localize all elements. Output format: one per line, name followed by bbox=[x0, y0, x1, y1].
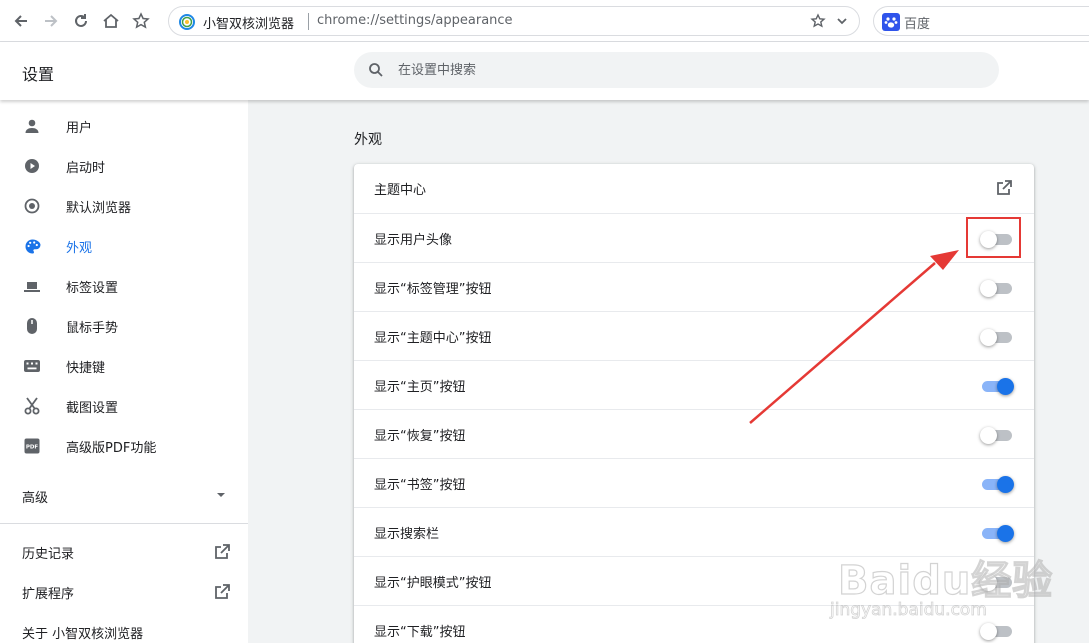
external-link-icon bbox=[215, 584, 230, 599]
external-link-icon bbox=[215, 544, 230, 559]
row-label: 显示“书签”按钮 bbox=[374, 478, 466, 493]
sidebar-item-default-browser[interactable]: 默认浏览器 bbox=[0, 186, 248, 226]
row-eye-care-button: 显示“护眼模式”按钮 bbox=[354, 556, 1034, 605]
settings-header: 设置 bbox=[0, 42, 1089, 100]
toggle-tab-manager-button[interactable] bbox=[980, 279, 1014, 297]
sidebar-item-mouse-gestures[interactable]: 鼠标手势 bbox=[0, 306, 248, 346]
row-label: 显示用户头像 bbox=[374, 233, 453, 248]
sidebar-item-label: 标签设置 bbox=[66, 281, 119, 296]
forward-icon[interactable] bbox=[38, 8, 64, 34]
url-text[interactable]: chrome://settings/appearance bbox=[317, 13, 513, 28]
row-label: 显示“标签管理”按钮 bbox=[374, 282, 492, 297]
page-title: 设置 bbox=[22, 65, 55, 84]
sidebar-item-tab-settings[interactable]: 标签设置 bbox=[0, 266, 248, 306]
mouse-icon bbox=[22, 317, 42, 335]
row-label: 显示“下载”按钮 bbox=[374, 625, 466, 640]
sidebar-item-label: 启动时 bbox=[66, 161, 106, 176]
home-icon[interactable] bbox=[98, 8, 124, 34]
history-link[interactable]: 历史记录 bbox=[0, 533, 248, 569]
omnibox-app-name: 小智双核浏览器 bbox=[203, 17, 295, 32]
toggle-home-button[interactable] bbox=[980, 377, 1014, 395]
sidebar-item-label: 默认浏览器 bbox=[66, 201, 132, 216]
row-theme-center-button: 显示“主题中心”按钮 bbox=[354, 311, 1034, 360]
toggle-search-bar[interactable] bbox=[980, 524, 1014, 542]
toggle-bookmark-button[interactable] bbox=[980, 475, 1014, 493]
address-bar[interactable]: 小智双核浏览器 chrome://settings/appearance bbox=[168, 6, 860, 36]
section-title: 外观 bbox=[354, 132, 382, 148]
row-search-bar: 显示搜索栏 bbox=[354, 507, 1034, 556]
row-label: 主题中心 bbox=[374, 183, 427, 198]
toggle-eye-care-button[interactable] bbox=[980, 573, 1014, 591]
bookmark-star-icon[interactable] bbox=[128, 8, 154, 34]
toggle-download-button[interactable] bbox=[980, 622, 1014, 640]
row-tab-manager-button: 显示“标签管理”按钮 bbox=[354, 262, 1034, 311]
browser-icon bbox=[22, 197, 42, 215]
about-link[interactable]: 关于 小智双核浏览器 bbox=[0, 613, 248, 643]
external-link-icon[interactable] bbox=[995, 179, 1013, 197]
search-engine-name: 百度 bbox=[904, 17, 931, 32]
toggle-theme-center-button[interactable] bbox=[980, 328, 1014, 346]
chevron-down-icon[interactable] bbox=[833, 12, 851, 30]
reload-icon[interactable] bbox=[68, 8, 94, 34]
person-icon bbox=[22, 117, 42, 135]
row-label: 显示“主题中心”按钮 bbox=[374, 331, 492, 346]
row-home-button: 显示“主页”按钮 bbox=[354, 360, 1034, 409]
sidebar-item-label: 外观 bbox=[66, 241, 93, 256]
keyboard-icon bbox=[22, 357, 42, 375]
sidebar-item-appearance[interactable]: 外观 bbox=[0, 226, 248, 266]
row-label: 显示“恢复”按钮 bbox=[374, 429, 466, 444]
sidebar-item-screenshot[interactable]: 截图设置 bbox=[0, 386, 248, 426]
main-content: 外观 主题中心 显示用户头像 显示“标签管理”按钮 显示“主题中心”按钮 显示“… bbox=[248, 100, 1089, 643]
advanced-label: 高级 bbox=[22, 491, 49, 506]
divider bbox=[0, 523, 248, 524]
search-icon bbox=[369, 63, 383, 77]
advanced-section[interactable]: 高级 bbox=[0, 475, 248, 513]
row-label: 显示“主页”按钮 bbox=[374, 380, 466, 395]
sidebar-item-startup[interactable]: 启动时 bbox=[0, 146, 248, 186]
browser-toolbar: 小智双核浏览器 chrome://settings/appearance 百度 bbox=[0, 0, 1089, 42]
sidebar-item-pdf[interactable]: PDF 高级版PDF功能 bbox=[0, 426, 248, 466]
power-icon bbox=[22, 157, 42, 175]
tab-icon bbox=[22, 277, 42, 295]
settings-search-input[interactable] bbox=[398, 52, 978, 88]
history-label: 历史记录 bbox=[22, 547, 75, 562]
row-theme-center[interactable]: 主题中心 bbox=[354, 164, 1034, 213]
settings-search[interactable] bbox=[354, 52, 999, 88]
sidebar-item-label: 用户 bbox=[66, 121, 93, 136]
sidebar-item-user[interactable]: 用户 bbox=[0, 106, 248, 146]
search-engine-box[interactable]: 百度 bbox=[873, 6, 1089, 36]
star-icon[interactable] bbox=[809, 12, 827, 30]
toggle-restore-button[interactable] bbox=[980, 426, 1014, 444]
extensions-link[interactable]: 扩展程序 bbox=[0, 573, 248, 609]
row-download-button: 显示“下载”按钮 bbox=[354, 605, 1034, 643]
caret-down-icon bbox=[217, 493, 225, 497]
sidebar: 用户 启动时 默认浏览器 外观 标签设置 鼠标手势 快捷键 截图设置 PDF 高… bbox=[0, 100, 248, 643]
sidebar-item-label: 高级版PDF功能 bbox=[66, 441, 157, 456]
omnibox-separator bbox=[308, 13, 309, 30]
palette-icon bbox=[22, 237, 42, 255]
browser-logo-icon bbox=[179, 14, 195, 30]
row-label: 显示搜索栏 bbox=[374, 527, 440, 542]
svg-text:PDF: PDF bbox=[26, 445, 39, 451]
baidu-paw-icon bbox=[882, 13, 900, 31]
back-icon[interactable] bbox=[8, 8, 34, 34]
pdf-icon: PDF bbox=[22, 437, 42, 455]
row-restore-button: 显示“恢复”按钮 bbox=[354, 409, 1034, 458]
row-show-avatar: 显示用户头像 bbox=[354, 213, 1034, 262]
row-bookmark-button: 显示“书签”按钮 bbox=[354, 458, 1034, 507]
sidebar-item-label: 截图设置 bbox=[66, 401, 119, 416]
sidebar-item-shortcuts[interactable]: 快捷键 bbox=[0, 346, 248, 386]
sidebar-item-label: 鼠标手势 bbox=[66, 321, 119, 336]
sidebar-item-label: 快捷键 bbox=[66, 361, 106, 376]
extensions-label: 扩展程序 bbox=[22, 587, 75, 602]
row-label: 显示“护眼模式”按钮 bbox=[374, 576, 492, 591]
about-label: 关于 小智双核浏览器 bbox=[22, 627, 144, 642]
scissors-icon bbox=[22, 397, 42, 415]
annotation-highlight-box bbox=[966, 217, 1021, 258]
appearance-card: 主题中心 显示用户头像 显示“标签管理”按钮 显示“主题中心”按钮 显示“主页”… bbox=[354, 164, 1034, 643]
